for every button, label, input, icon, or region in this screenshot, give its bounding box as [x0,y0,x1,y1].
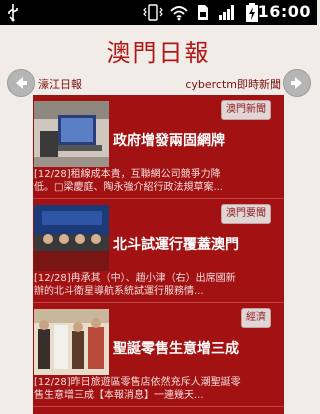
signal-icon [219,5,234,20]
news-item[interactable]: 澳門新聞 政府增發兩固網牌 [12/28]租線成本貴，互聯網公司競爭力降 低。□… [33,95,284,199]
news-item[interactable]: 澳門要聞 北斗試運行覆蓋澳門 [12/28]冉承其（中）、趙小津（右）出席國新 … [33,199,284,303]
clock: 16:00 [257,2,311,21]
news-snippet: [12/28]昨日旅遊區零售店依然充斥人潮聖誕零 售生意增三成【本報消息】一連幾… [34,376,282,402]
news-date: [12/28] [34,169,71,180]
news-snippet: [12/28]冉承其（中）、趙小津（右）出席國新 辦的北斗衛星導航系統試運行服務… [34,272,282,298]
category-badge: 經濟 [241,308,271,328]
news-date: [12/28] [34,377,71,388]
sim-icon [198,5,208,20]
arrow-right-icon [291,77,302,89]
wifi-icon [170,6,188,21]
category-badge: 澳門新聞 [221,100,271,120]
news-item[interactable]: 經濟 聖誕零售生意增三成 [12/28]昨日旅遊區零售店依然充斥人潮聖誕零 售生… [33,303,284,407]
paper-navigation: 濠江日報 cyberctm即時新聞 [0,66,317,98]
arrow-left-icon [16,77,27,89]
news-headline: 聖誕零售生意增三成 [113,341,239,357]
news-thumbnail [34,309,109,375]
category-badge: 澳門要聞 [221,204,271,224]
next-paper-label[interactable]: cyberctm即時新聞 [185,76,281,92]
next-paper-button[interactable] [283,69,311,97]
snippet-line1: 冉承其（中）、趙小津（右）出席國新 [70,273,236,284]
news-headline: 北斗試運行覆蓋澳門 [113,237,239,253]
news-snippet: [12/28]租線成本貴，互聯網公司競爭力降 低。□梁慶庭、陶永強介紹行政法規草… [34,168,282,194]
prev-paper-label[interactable]: 濠江日報 [38,76,82,92]
snippet-line2: 低。□梁慶庭、陶永強介紹行政法規草案... [34,182,223,193]
news-date: [12/28] [34,273,71,284]
app-title: 澳門日報 [106,39,211,67]
news-list: 澳門新聞 政府增發兩固網牌 [12/28]租線成本貴，互聯網公司競爭力降 低。□… [33,95,284,414]
news-thumbnail [34,205,109,271]
vibrate-icon [143,4,163,21]
snippet-line2: 辦的北斗衛星導航系統試運行服務情... [34,286,204,297]
news-headline: 政府增發兩固網牌 [113,133,225,149]
prev-paper-button[interactable] [7,69,35,97]
status-bar: 16:00 [0,0,317,25]
snippet-line1: 昨日旅遊區零售店依然充斥人潮聖誕零 [70,377,241,388]
usb-icon [8,4,18,22]
news-thumbnail [34,101,109,167]
snippet-line2: 售生意增三成【本報消息】一連幾天... [34,390,204,401]
snippet-line1: 租線成本貴，互聯網公司競爭力降 [70,169,221,180]
